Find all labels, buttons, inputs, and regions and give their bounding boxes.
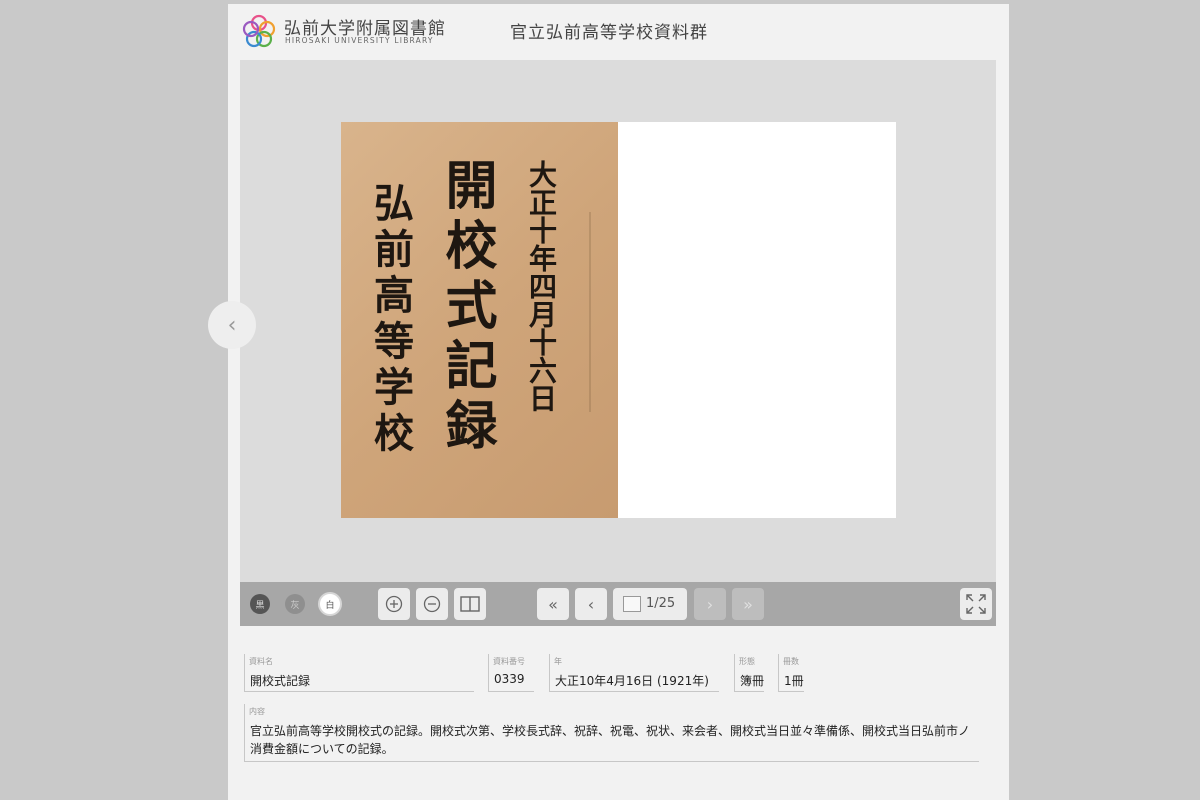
paper-crease	[589, 212, 591, 412]
next-page-icon: ›	[706, 594, 714, 614]
library-logo-icon	[242, 14, 276, 48]
field-content-label: 内容	[249, 707, 265, 716]
field-number-label: 資料番号	[493, 657, 525, 666]
cover-date-text: 大正十年四月十六日	[525, 160, 558, 412]
viewer-toolbar: 黒 灰 白 « ‹ 1/25 › »	[240, 582, 996, 626]
cover-school-text: 弘前高等学校	[367, 182, 414, 458]
field-form-label: 形態	[739, 657, 755, 666]
first-page-button[interactable]: «	[537, 588, 569, 620]
viewer-panel: 弘前大学附属図書館 HIROSAKI UNIVERSITY LIBRARY 官立…	[208, 4, 1009, 800]
page-spread[interactable]: 大正十年四月十六日 開校式記録 弘前高等学校	[341, 122, 896, 518]
page-number-input[interactable]	[623, 596, 641, 612]
last-page-button[interactable]: »	[732, 588, 764, 620]
spread-view-button[interactable]	[454, 588, 486, 620]
document-cover-image: 大正十年四月十六日 開校式記録 弘前高等学校	[341, 122, 618, 518]
collection-title: 官立弘前高等学校資料群	[510, 23, 708, 43]
background-white-button[interactable]: 白	[318, 592, 342, 616]
field-count-label: 冊数	[783, 657, 799, 666]
zoom-out-icon	[423, 595, 441, 613]
fullscreen-button[interactable]	[960, 588, 992, 620]
background-dark-button[interactable]: 黒	[250, 594, 270, 614]
image-viewer[interactable]: 大正十年四月十六日 開校式記録 弘前高等学校 ‹	[208, 60, 996, 626]
zoom-in-button[interactable]	[378, 588, 410, 620]
field-number-value: 0339	[494, 672, 525, 686]
prev-page-icon: ‹	[587, 594, 595, 614]
field-title: 資料名 開校式記録	[244, 654, 474, 692]
field-form-value: 簿冊	[740, 674, 765, 688]
cover-title-text: 開校式記録	[436, 158, 497, 458]
header: 弘前大学附属図書館 HIROSAKI UNIVERSITY LIBRARY 官立…	[228, 4, 1009, 56]
next-page-button[interactable]: ›	[694, 588, 726, 620]
field-content-value: 官立弘前高等学校開校式の記録。開校式次第、学校長式辞、祝辞、祝電、祝状、来会者、…	[250, 724, 971, 756]
last-page-icon: »	[743, 594, 753, 614]
chevron-left-icon: ‹	[227, 312, 237, 338]
field-year-label: 年	[554, 657, 562, 666]
zoom-in-icon	[385, 595, 403, 613]
previous-image-button[interactable]: ‹	[208, 301, 256, 349]
library-name-en: HIROSAKI UNIVERSITY LIBRARY	[285, 36, 434, 45]
field-count-value: 1冊	[784, 674, 804, 688]
field-count: 冊数 1冊	[778, 654, 804, 692]
page-indicator[interactable]: 1/25	[613, 588, 687, 620]
field-year: 年 大正10年4月16日 (1921年)	[549, 654, 719, 692]
fullscreen-icon	[966, 594, 986, 614]
field-title-label: 資料名	[249, 657, 273, 666]
metadata-fields: 資料名 開校式記録 資料番号 0339 年 大正10年4月16日 (1921年)…	[240, 652, 996, 800]
field-number: 資料番号 0339	[488, 654, 534, 692]
spread-view-icon	[460, 596, 480, 612]
field-title-value: 開校式記録	[250, 674, 311, 688]
field-form: 形態 簿冊	[734, 654, 764, 692]
background-gray-button[interactable]: 灰	[285, 594, 305, 614]
prev-page-button[interactable]: ‹	[575, 588, 607, 620]
page-counter: 1/25	[646, 596, 676, 611]
field-year-value: 大正10年4月16日 (1921年)	[555, 674, 709, 688]
field-content: 内容 官立弘前高等学校開校式の記録。開校式次第、学校長式辞、祝辞、祝電、祝状、来…	[244, 704, 979, 762]
zoom-out-button[interactable]	[416, 588, 448, 620]
first-page-icon: «	[548, 594, 558, 614]
